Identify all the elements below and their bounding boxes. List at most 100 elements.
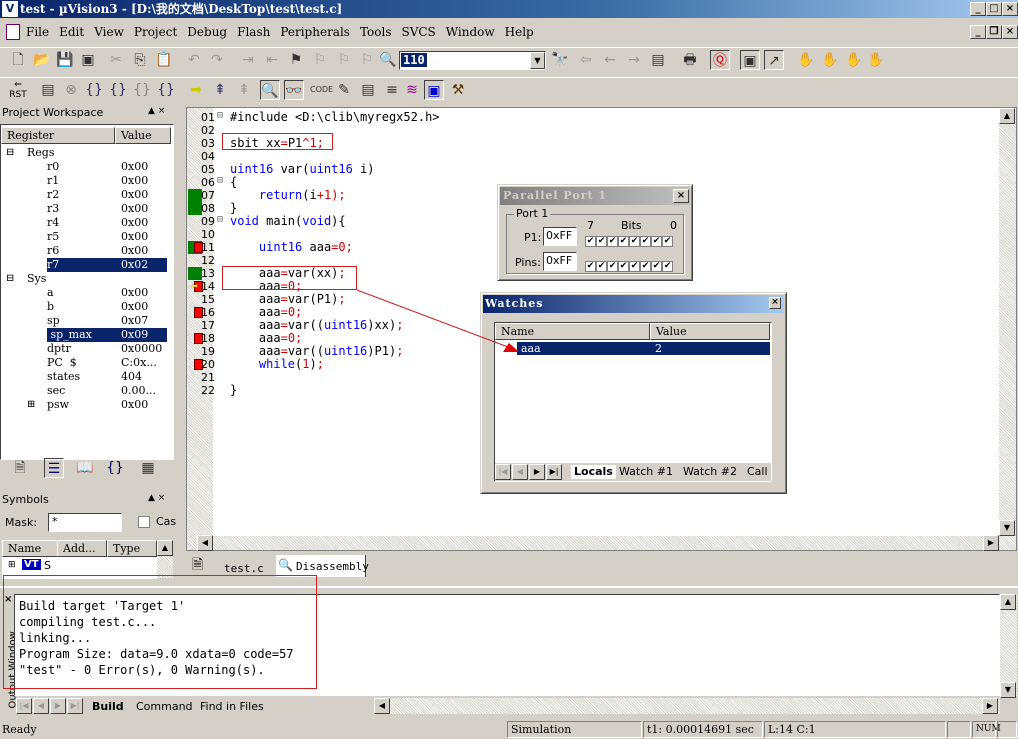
bit-checkbox[interactable]: ✔ [662,236,673,247]
build-hammer-icon[interactable]: ⚒ [448,80,468,100]
close-icon[interactable]: × [673,189,689,203]
scroll-left-icon[interactable]: ◀ [197,535,213,551]
watch-window-icon[interactable]: 👓 [284,80,304,100]
register-row[interactable]: ⊟ Sys [1,272,173,286]
menu-tools[interactable]: Tools [360,20,392,44]
unindent-icon[interactable]: ⇤ [262,50,282,70]
chevron-down-icon[interactable]: ▼ [530,52,545,69]
column-address[interactable]: Add... [57,540,107,557]
prev-tab-icon[interactable]: ◀ [33,698,49,714]
find-combobox[interactable]: 110 ▼ [399,51,546,70]
menu-flash[interactable]: Flash [237,20,270,44]
register-row[interactable]: ⊟ Regs [1,146,173,160]
pins-value-input[interactable]: 0xFF [543,252,577,271]
menu-view[interactable]: View [94,20,124,44]
logic-analyzer-icon[interactable]: ≡ [382,80,402,100]
column-type[interactable]: Type [107,540,157,557]
bit-checkbox[interactable]: ✔ [618,236,629,247]
editor-vscrollbar[interactable]: ▲ ▼ [999,108,1016,536]
prev-tab-icon[interactable]: ◀ [512,464,528,480]
column-value[interactable]: Value [650,323,770,340]
toolbox-icon[interactable]: ▣ [424,80,444,100]
performance-analyzer-icon[interactable]: ✎ [334,80,354,100]
find-in-files-icon[interactable]: 🔍 [378,50,398,70]
code-line[interactable]: #include <D:\clib\myregx52.h> [230,111,440,124]
paste-icon[interactable]: 📋 [154,50,174,70]
new-file-icon[interactable]: 🗋 [8,50,28,70]
tab-disassembly[interactable]: 🔍 Disassembly [276,555,369,577]
expand-icon[interactable]: ⊞ [27,398,35,412]
case-checkbox[interactable] [138,516,150,528]
code-line[interactable]: return(i+1); [230,189,346,202]
hand-icon[interactable]: ✋ [866,50,886,70]
hand-icon[interactable]: ✋ [820,50,840,70]
register-row[interactable]: r5 0x00 [1,230,173,244]
find-icon[interactable]: 🔭 [550,50,570,70]
save-all-icon[interactable]: ▣ [78,50,98,70]
menu-edit[interactable]: Edit [59,20,84,44]
serial-window-icon[interactable]: ≋ [402,80,422,100]
mdi-close-button[interactable]: × [1002,25,1018,39]
last-tab-icon[interactable]: ▶| [67,698,83,714]
minimize-button[interactable]: _ [970,2,986,16]
registers-tab-icon[interactable]: ☰ [44,458,64,478]
menu-file[interactable]: File [26,20,49,44]
debug-session-icon[interactable]: Ⓠ [710,50,730,70]
column-name[interactable]: Name [495,323,650,340]
scroll-down-icon[interactable]: ▼ [999,520,1015,536]
register-row[interactable]: sp_max 0x09 [1,328,173,342]
menu-project[interactable]: Project [134,20,177,44]
tab-watch-2[interactable]: Watch #2 [683,465,737,479]
register-row[interactable]: r4 0x00 [1,216,173,230]
books-tab-icon[interactable]: 📖 [75,458,95,478]
register-row[interactable]: PC $ C:0x... [1,356,173,370]
expand-icon[interactable]: ⊞ [8,560,16,570]
register-row[interactable]: sec 0.00... [1,384,173,398]
bit-checkbox[interactable]: ✔ [596,261,607,272]
tab-find-in-files[interactable]: Find in Files [200,700,264,714]
save-icon[interactable]: 💾 [55,50,75,70]
register-row[interactable]: r6 0x00 [1,244,173,258]
bit-checkbox[interactable]: ✔ [629,236,640,247]
scroll-right-icon[interactable]: ▶ [982,698,998,714]
bit-checkbox[interactable]: ✔ [640,261,651,272]
bit-checkbox[interactable]: ✔ [640,236,651,247]
view-trace-icon[interactable]: ⇞ [234,80,254,100]
tab-call-stack[interactable]: Call S [747,465,771,479]
clear-bookmarks-icon[interactable]: ⚐ [357,50,377,70]
run-to-cursor-icon[interactable]: {} [156,80,176,100]
disassembly-window-icon[interactable]: 🔍 [260,80,280,100]
pin-icon[interactable]: ▲ × [148,106,165,116]
next-bookmark-icon[interactable]: ⚐ [310,50,330,70]
redo-icon[interactable]: ↷ [207,50,227,70]
bit-checkbox[interactable]: ✔ [629,261,640,272]
copy-icon[interactable]: ⎘ [130,50,150,70]
stop-icon[interactable]: ⊗ [61,80,81,100]
scroll-right-icon[interactable]: ▶ [983,535,999,551]
bit-checkbox[interactable]: ✔ [651,236,662,247]
register-row[interactable]: r7 0x02 [1,258,173,272]
code-line[interactable]: } [230,384,237,397]
bit-checkbox[interactable]: ✔ [585,261,596,272]
tab-command[interactable]: Command [136,700,193,714]
bit-checkbox[interactable]: ✔ [662,261,673,272]
register-row[interactable]: b 0x00 [1,300,173,314]
scroll-up-icon[interactable]: ▲ [999,108,1015,124]
first-tab-icon[interactable]: |◀ [495,464,511,480]
column-value[interactable]: Value [115,127,171,144]
print-icon[interactable]: 🖶 [680,50,700,70]
step-into-icon[interactable]: {} [84,80,104,100]
cut-icon[interactable]: ✂ [106,50,126,70]
bit-checkbox[interactable]: ✔ [596,236,607,247]
memory-window-icon[interactable]: ▤ [358,80,378,100]
browse-icon[interactable]: ▤ [648,50,668,70]
reset-icon[interactable]: ⇐ RST [8,80,28,100]
go-forward-icon[interactable]: → [624,50,644,70]
column-name[interactable]: Name [2,540,58,557]
hand-icon[interactable]: ✋ [796,50,816,70]
code-line[interactable]: uint16 aaa=0; [230,241,353,254]
mdi-restore-button[interactable]: ❐ [986,25,1002,39]
tab-build[interactable]: Build [92,700,124,714]
step-out-icon[interactable]: {} [132,80,152,100]
next-tab-icon[interactable]: ▶ [50,698,66,714]
